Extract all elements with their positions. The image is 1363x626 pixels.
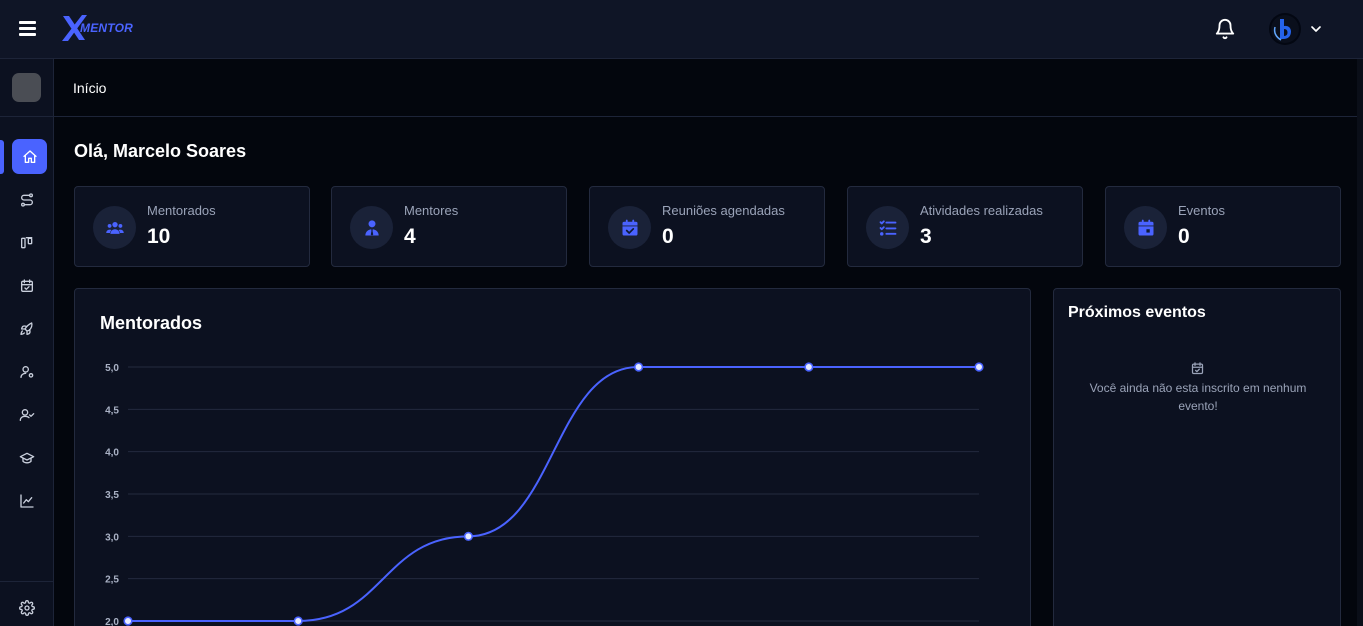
- gear-icon: [19, 600, 35, 616]
- y-tick-label: 5,0: [105, 363, 119, 374]
- calendar-check-icon: [608, 206, 651, 249]
- data-point[interactable]: [633, 362, 644, 372]
- calendar-check-icon: [1191, 362, 1204, 375]
- breadcrumb: Início: [54, 59, 1363, 117]
- stat-label: Mentores: [404, 203, 459, 218]
- stat-card-atividades[interactable]: Atividades realizadas 3: [847, 186, 1083, 267]
- stat-value: 3: [920, 225, 932, 248]
- user-check-icon: [19, 409, 35, 421]
- scrollbar[interactable]: [1357, 59, 1363, 626]
- sidebar-item-kanban[interactable]: [12, 228, 42, 258]
- y-tick-label: 2,0: [105, 617, 119, 626]
- kanban-icon: [21, 237, 33, 249]
- y-tick-label: 3,5: [105, 490, 119, 501]
- stat-card-eventos[interactable]: Eventos 0: [1105, 186, 1341, 267]
- stat-card-mentorados[interactable]: Mentorados 10: [74, 186, 310, 267]
- stat-value: 10: [147, 225, 171, 248]
- stat-label: Atividades realizadas: [920, 203, 1043, 218]
- sidebar-bottom-divider: [0, 581, 54, 582]
- breadcrumb-current[interactable]: Início: [73, 80, 106, 96]
- events-empty-message: Você ainda não esta inscrito em nenhum e…: [1089, 381, 1307, 413]
- sidebar-item-user-check[interactable]: [12, 400, 42, 430]
- sidebar-item-user-settings[interactable]: [12, 357, 42, 387]
- home-icon: [22, 149, 37, 163]
- y-tick-label: 3,0: [105, 532, 119, 543]
- events-title: Próximos eventos: [1068, 304, 1206, 321]
- bell-icon[interactable]: [1214, 18, 1236, 40]
- list-check-icon: [866, 206, 909, 249]
- workspace-avatar[interactable]: [12, 73, 41, 102]
- user-gear-icon: [20, 366, 34, 378]
- sidebar-item-reports[interactable]: [12, 486, 42, 516]
- data-point[interactable]: [293, 616, 303, 626]
- chart-card: Mentorados 2,0 2,5 3,0 3,5 4,0 4,5 5,0: [74, 288, 1031, 626]
- data-point[interactable]: [804, 362, 814, 372]
- sidebar-item-calendar[interactable]: [12, 271, 42, 301]
- data-point[interactable]: [123, 616, 133, 626]
- sidebar-item-routes[interactable]: [12, 185, 42, 215]
- stat-value: 4: [404, 225, 416, 248]
- user-avatar[interactable]: [1269, 13, 1301, 45]
- stat-label: Reuniões agendadas: [662, 203, 785, 218]
- page-greeting: Olá, Marcelo Soares: [74, 141, 247, 161]
- graduation-cap-icon: [19, 452, 35, 464]
- sidebar-item-courses[interactable]: [12, 443, 42, 473]
- logo-text: MENTOR: [80, 21, 133, 35]
- calendar-check-icon: [21, 279, 33, 292]
- sidebar-item-settings[interactable]: [12, 593, 42, 623]
- stat-label: Eventos: [1178, 203, 1225, 218]
- rocket-icon: [20, 322, 33, 335]
- users-icon: [93, 206, 136, 249]
- chevron-down-icon[interactable]: [1308, 21, 1324, 37]
- chart-line-icon: [20, 494, 34, 508]
- y-tick-label: 2,5: [105, 575, 119, 586]
- data-point[interactable]: [463, 531, 474, 541]
- sidebar-divider: [0, 116, 54, 117]
- sidebar: [0, 59, 54, 626]
- stat-value: 0: [662, 225, 674, 248]
- user-tie-icon: [350, 206, 393, 249]
- mentorados-line-chart: 2,0 2,5 3,0 3,5 4,0 4,5 5,0: [105, 362, 984, 626]
- stat-label: Mentorados: [147, 203, 216, 218]
- events-card: Próximos eventos Você ainda não esta ins…: [1053, 288, 1341, 626]
- stat-card-reunioes[interactable]: Reuniões agendadas 0: [589, 186, 825, 267]
- hamburger-icon[interactable]: [19, 20, 37, 36]
- y-tick-label: 4,5: [105, 405, 119, 416]
- calendar-icon: [1124, 206, 1167, 249]
- y-tick-label: 4,0: [105, 448, 119, 459]
- app-logo[interactable]: MENTOR: [60, 12, 140, 44]
- route-icon: [21, 193, 33, 207]
- data-point[interactable]: [974, 362, 984, 372]
- active-indicator: [0, 140, 4, 174]
- sidebar-item-launch[interactable]: [12, 314, 42, 344]
- top-bar: MENTOR: [0, 0, 1363, 59]
- stat-value: 0: [1178, 225, 1190, 248]
- stat-card-mentores[interactable]: Mentores 4: [331, 186, 567, 267]
- sidebar-item-home[interactable]: [12, 139, 47, 174]
